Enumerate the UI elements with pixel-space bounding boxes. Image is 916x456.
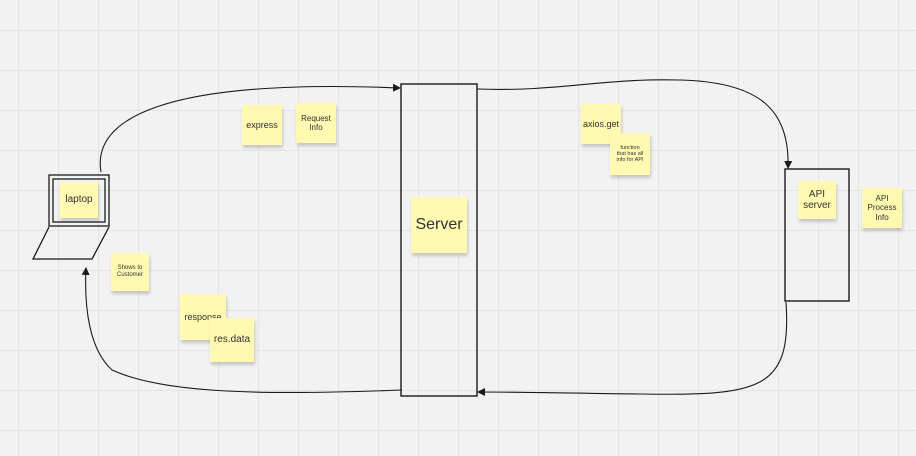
- sticky-api-process-info[interactable]: API Process Info: [862, 188, 902, 228]
- sticky-shows-to-customer[interactable]: Shows to Customer: [111, 253, 149, 291]
- sticky-function-info[interactable]: function that has all info for API: [610, 133, 650, 175]
- sticky-api-server[interactable]: API server: [798, 181, 836, 219]
- sticky-request-info[interactable]: Request Info: [296, 103, 336, 143]
- diagram-board: laptop express Request Info Shows to Cus…: [0, 0, 916, 456]
- sticky-res-data[interactable]: res.data: [210, 318, 254, 362]
- sticky-express[interactable]: express: [242, 105, 282, 145]
- sticky-server[interactable]: Server: [411, 197, 467, 253]
- sticky-laptop[interactable]: laptop: [60, 182, 98, 218]
- connector-api-server-to-server: [477, 301, 788, 397]
